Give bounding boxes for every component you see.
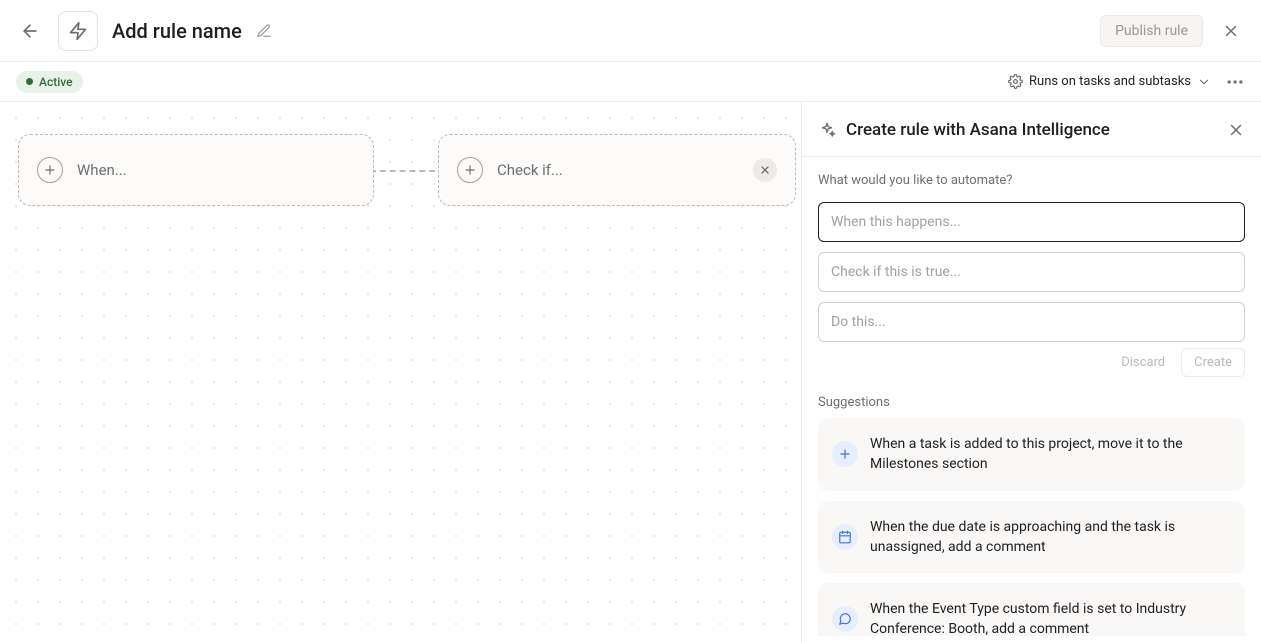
main-area: When... Check if... Create rule with Asa… xyxy=(0,102,1261,642)
panel-title: Create rule with Asana Intelligence xyxy=(846,120,1110,140)
status-dot-icon xyxy=(26,78,33,85)
bolt-icon xyxy=(68,21,88,41)
rule-canvas[interactable]: When... Check if... xyxy=(0,102,801,642)
close-panel-button[interactable] xyxy=(1227,121,1245,139)
chevron-down-icon xyxy=(1197,75,1211,89)
suggestion-text: When the due date is approaching and the… xyxy=(870,517,1231,558)
suggestion-text: When a task is added to this project, mo… xyxy=(870,434,1231,475)
gear-icon xyxy=(1008,74,1023,89)
suggestion-item[interactable]: When a task is added to this project, mo… xyxy=(818,418,1245,491)
more-options-button[interactable] xyxy=(1225,72,1245,92)
add-trigger-icon xyxy=(37,157,63,183)
runs-on-label: Runs on tasks and subtasks xyxy=(1029,74,1191,89)
suggestions-label: Suggestions xyxy=(802,395,1261,418)
pencil-icon xyxy=(256,23,272,39)
remove-condition-button[interactable] xyxy=(753,158,777,182)
trigger-input[interactable] xyxy=(818,202,1245,242)
plus-icon xyxy=(463,163,477,177)
status-chip[interactable]: Active xyxy=(16,71,83,93)
edit-title-button[interactable] xyxy=(256,23,272,39)
close-icon xyxy=(759,164,771,176)
trigger-node[interactable]: When... xyxy=(18,134,374,206)
publish-rule-button[interactable]: Publish rule xyxy=(1100,15,1203,47)
top-bar: Add rule name Publish rule xyxy=(0,0,1261,62)
action-input[interactable] xyxy=(818,302,1245,342)
sparkle-icon xyxy=(818,121,836,139)
rule-title[interactable]: Add rule name xyxy=(112,19,242,43)
plus-icon xyxy=(43,163,57,177)
node-connector xyxy=(370,170,445,172)
condition-input[interactable] xyxy=(818,252,1245,292)
arrow-left-icon xyxy=(20,21,40,41)
runs-on-dropdown[interactable]: Runs on tasks and subtasks xyxy=(1008,74,1211,89)
suggestion-text: When the Event Type custom field is set … xyxy=(870,599,1231,636)
condition-node[interactable]: Check if... xyxy=(438,134,796,206)
plus-icon xyxy=(832,441,858,467)
more-horizontal-icon xyxy=(1225,72,1245,92)
trigger-node-label: When... xyxy=(77,161,127,179)
close-icon xyxy=(1227,121,1245,139)
create-button[interactable]: Create xyxy=(1181,348,1245,377)
rule-icon xyxy=(58,11,98,51)
condition-node-label: Check if... xyxy=(497,161,563,179)
add-condition-icon xyxy=(457,157,483,183)
close-editor-button[interactable] xyxy=(1217,17,1245,45)
cal-icon xyxy=(832,524,858,550)
sub-header: Active Runs on tasks and subtasks xyxy=(0,62,1261,102)
close-icon xyxy=(1222,22,1240,40)
prompt-label: What would you like to automate? xyxy=(818,173,1245,188)
chat-icon xyxy=(832,606,858,632)
back-button[interactable] xyxy=(16,17,44,45)
suggestion-item[interactable]: When the due date is approaching and the… xyxy=(818,501,1245,574)
status-label: Active xyxy=(39,75,73,89)
discard-button[interactable]: Discard xyxy=(1113,348,1173,377)
suggestions-list: When a task is added to this project, mo… xyxy=(802,418,1261,636)
ai-panel: Create rule with Asana Intelligence What… xyxy=(801,102,1261,642)
suggestion-item[interactable]: When the Event Type custom field is set … xyxy=(818,583,1245,636)
